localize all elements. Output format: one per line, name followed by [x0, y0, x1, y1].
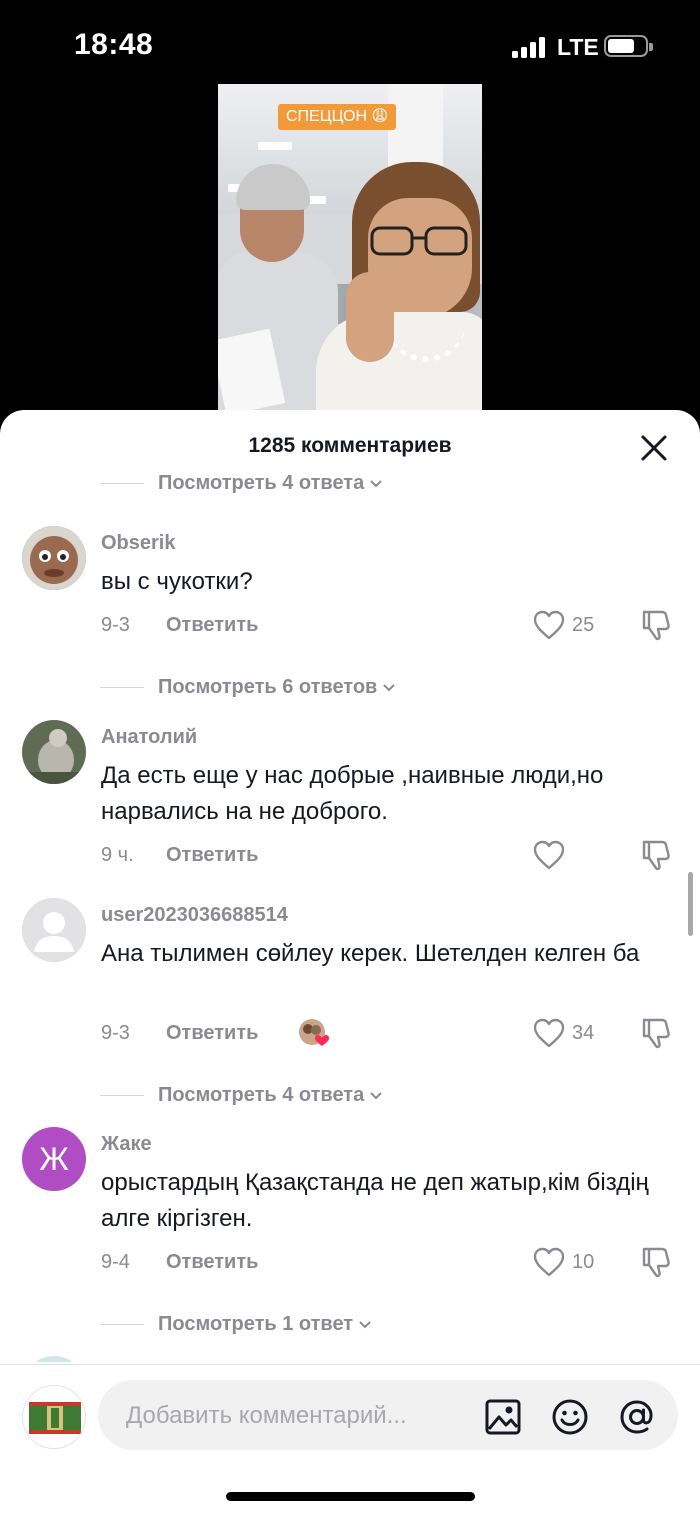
view-replies-label: Посмотреть 4 ответа — [158, 471, 365, 494]
image-icon[interactable] — [484, 1398, 522, 1436]
chevron-down-icon — [383, 684, 396, 692]
comment-text: Да есть еще у нас добрые ,наивные люди,н… — [101, 762, 604, 825]
heart-icon — [533, 610, 565, 640]
reply-button[interactable]: Ответить — [166, 844, 258, 867]
signal-icon — [512, 36, 548, 58]
heart-icon — [533, 1247, 565, 1277]
close-icon[interactable] — [638, 432, 670, 464]
mention-icon[interactable] — [618, 1398, 656, 1436]
like-button[interactable] — [532, 838, 612, 872]
avatar[interactable] — [22, 1385, 86, 1449]
comments-count-title: 1285 комментариев — [248, 434, 452, 457]
view-replies-button[interactable]: Посмотреть 4 ответа — [100, 468, 384, 498]
dislike-icon[interactable] — [640, 1245, 672, 1279]
dislike-icon[interactable] — [640, 608, 672, 642]
comment-input-placeholder: Добавить комментарий... — [126, 1402, 407, 1429]
view-replies-button[interactable]: Посмотреть 6 ответов — [100, 672, 397, 702]
like-count: 34 — [572, 1021, 595, 1044]
creator-liked-badge — [299, 1019, 329, 1046]
comments-list[interactable]: Посмотреть 4 ответа Obserik вы с чукотки… — [0, 468, 700, 1362]
reply-button[interactable]: Ответить — [166, 1251, 258, 1274]
video-preview[interactable]: СПЕЦЦОН 😩 — [218, 84, 482, 410]
battery-icon — [604, 35, 653, 57]
view-replies-label: Посмотреть 6 ответов — [158, 675, 378, 698]
reply-button[interactable]: Ответить — [166, 1022, 258, 1045]
emoji-icon[interactable] — [551, 1398, 589, 1436]
like-count: 10 — [572, 1250, 595, 1273]
chevron-down-icon — [370, 480, 382, 488]
comment-date: 9-3 — [101, 1022, 130, 1044]
comment-text: Ана тылимен сөйлеу керек. Шетелден келге… — [101, 940, 640, 967]
video-tag: СПЕЦЦОН 😩 — [278, 104, 397, 130]
chevron-down-icon — [370, 1092, 382, 1100]
view-replies-button[interactable]: Посмотреть 1 ответ — [100, 1309, 373, 1339]
like-button[interactable]: 10 — [532, 1245, 612, 1279]
heart-icon — [533, 840, 565, 870]
status-time: 18:48 — [74, 28, 154, 61]
dislike-icon[interactable] — [640, 1016, 672, 1050]
comment-date: 9-3 — [101, 614, 130, 636]
like-button[interactable]: 25 — [532, 608, 612, 642]
comment-username[interactable]: Анатолий — [101, 726, 197, 749]
like-count: 25 — [572, 613, 595, 636]
reply-button[interactable]: Ответить — [166, 614, 258, 637]
avatar[interactable] — [22, 898, 86, 962]
avatar[interactable] — [22, 526, 86, 590]
home-indicator[interactable] — [226, 1492, 475, 1501]
status-bar: 18:48 LTE — [0, 0, 700, 84]
view-replies-button[interactable]: Посмотреть 4 ответа — [100, 1080, 384, 1110]
scrollbar[interactable] — [688, 872, 693, 936]
comment-input[interactable]: Добавить комментарий... — [98, 1380, 678, 1450]
avatar[interactable] — [22, 1356, 86, 1362]
like-button[interactable]: 34 — [532, 1016, 612, 1050]
network-label: LTE — [557, 34, 599, 60]
comment-username[interactable]: Жаке — [101, 1133, 152, 1156]
avatar[interactable]: Ж — [22, 1127, 86, 1191]
chevron-down-icon — [359, 1321, 371, 1329]
heart-icon — [533, 1018, 565, 1048]
comment-date: 9 ч. — [101, 844, 134, 866]
comment-text: орыстардың Қазақстанда не деп жатыр,кім … — [101, 1169, 649, 1232]
woman-figure — [296, 162, 482, 410]
comment-date: 9-4 — [101, 1251, 130, 1273]
comments-sheet: 1285 комментариев Посмотреть 4 ответа Ob… — [0, 410, 700, 1515]
comment-username[interactable]: user2023036688514 — [101, 904, 288, 927]
view-replies-label: Посмотреть 4 ответа — [158, 1083, 365, 1106]
comment-text: вы с чукотки? — [101, 568, 253, 595]
avatar-letter: Ж — [39, 1140, 69, 1177]
comment-input-bar: Добавить комментарий... — [0, 1364, 700, 1515]
comment-username[interactable]: Obserik — [101, 532, 175, 555]
dislike-icon[interactable] — [640, 838, 672, 872]
view-replies-label: Посмотреть 1 ответ — [158, 1312, 354, 1335]
avatar[interactable] — [22, 720, 86, 784]
